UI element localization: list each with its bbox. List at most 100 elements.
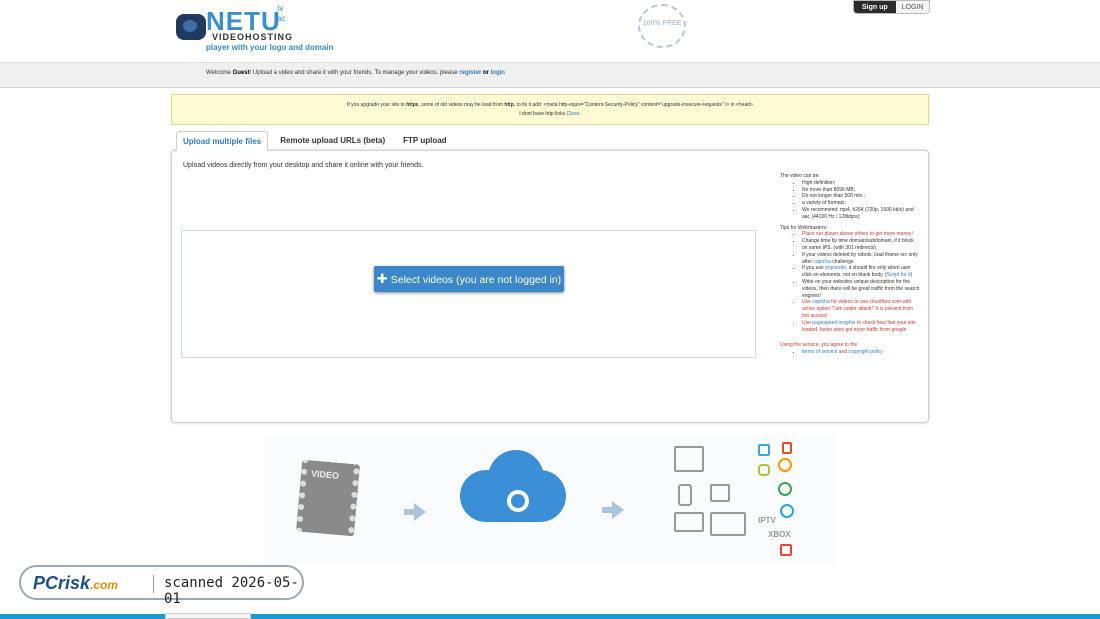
policy-list: terms of service and copyright policy — [780, 349, 920, 356]
windows-icon — [758, 444, 770, 456]
tablet-icon — [710, 484, 730, 502]
ie-icon — [780, 504, 794, 518]
upload-panel: Upload videos directly from your desktop… — [171, 150, 929, 423]
cloud-eye-icon — [507, 490, 529, 512]
login-link[interactable]: login — [491, 70, 505, 76]
agree-text: Using the service, you agree to the — [780, 342, 858, 349]
video-heading: The video can be: — [780, 173, 820, 179]
arrow-bar — [404, 509, 414, 515]
select-videos-button[interactable]: ✚ Select videos (you are not logged in) — [374, 266, 564, 292]
notice-http: http — [504, 102, 514, 108]
film-label: VIDEO — [310, 468, 340, 481]
flash-icon — [780, 544, 792, 556]
list-item: Use captcha for videos or use cloudfare.… — [802, 299, 920, 319]
list-item: High-definition; — [802, 180, 920, 187]
notice-code: , to fix it add: <meta http-equiv="Conte… — [513, 102, 753, 108]
chrome-icon — [778, 482, 792, 496]
tip-text: If you use — [802, 265, 826, 272]
tip-text: ) — [910, 272, 913, 279]
laptop-icon — [674, 512, 704, 532]
tip-text: challenge — [830, 258, 854, 265]
notice-text: I dont have http links — [519, 111, 567, 117]
list-item: Write on your websites unique descriptio… — [802, 279, 920, 299]
list-item: If your videos deleted by robots, load i… — [802, 252, 920, 266]
list-item: Change time by time domain/subdomain, if… — [802, 238, 920, 252]
logo-tld: .tv .ac — [275, 4, 286, 23]
firefox-icon — [778, 458, 792, 472]
free-badge-icon: 100% FREE — [638, 4, 686, 48]
tagline: player with your logo and domain — [206, 43, 334, 52]
upload-infographic: VIDEO IPTV XBOX — [264, 436, 836, 564]
webmaster-tips-list: Place our player above others to get mor… — [780, 231, 920, 333]
popunder-link[interactable]: popunder — [825, 265, 846, 271]
pcrisk-stamp: PCrisk.com scanned 2026-05-01 — [19, 565, 304, 607]
film-icon: VIDEO — [295, 459, 361, 537]
site-logo[interactable]: NETU .tv .ac VIDEOHOSTING — [176, 4, 294, 42]
arrow-right-icon — [414, 503, 426, 521]
upload-dropzone[interactable]: ✚ Select videos (you are not logged in) — [181, 230, 756, 358]
notice-https: https — [406, 102, 419, 108]
pagespeed-link[interactable]: pagespeed insights — [812, 320, 855, 326]
captcha-link-2[interactable]: captcha — [812, 299, 830, 305]
webmaster-heading: Tips for Webmasters: — [780, 224, 828, 231]
tip-text: and — [837, 349, 849, 356]
captcha-link[interactable]: captcha — [813, 259, 831, 265]
list-item: Place our player above others to get mor… — [802, 231, 920, 238]
monitor-icon — [710, 512, 746, 536]
copyright-link[interactable]: copyright policy — [848, 349, 882, 355]
upload-tabs: Upload multiple files Remote upload URLs… — [176, 131, 453, 151]
signup-button[interactable]: Sign up — [854, 1, 896, 13]
list-item: Do not longer than 500 min.; — [802, 193, 920, 200]
tv-logo-icon — [176, 14, 206, 40]
tab-remote-upload[interactable]: Remote upload URLs (beta) — [274, 131, 391, 151]
html5-icon — [782, 442, 792, 454]
welcome-bar: Welcome Guest! Upload a video and share … — [0, 62, 1100, 88]
iptv-label: IPTV — [758, 516, 776, 525]
list-item: a variety of formats; — [802, 200, 920, 207]
pcrisk-logo-domain: .com — [90, 578, 119, 592]
pcrisk-logo: PCrisk.com — [33, 573, 118, 594]
tip-text: Use — [802, 299, 813, 306]
login-button[interactable]: LOGIN — [895, 1, 930, 13]
welcome-message: Welcome Guest! Upload a video and share … — [206, 69, 505, 77]
plus-icon: ✚ — [376, 271, 388, 286]
notice-line-2: I dont have http links Close. — [172, 110, 928, 119]
script-link[interactable]: Script for it — [887, 272, 911, 278]
pcrisk-scan-date: scanned 2026-05-01 — [164, 575, 299, 607]
notice-line-1: If you upgrade your site to https, some … — [172, 101, 928, 110]
notice-text: , some of old videos may be load from — [418, 102, 505, 108]
welcome-user: Guest — [232, 70, 250, 76]
tab-upload-multiple[interactable]: Upload multiple files — [176, 131, 269, 151]
tips-sidebar: The video can be: High-definition; No mo… — [780, 173, 920, 356]
auth-buttons: Sign up LOGIN — [853, 0, 931, 14]
pcrisk-divider — [153, 575, 154, 593]
terms-link[interactable]: terms of service — [802, 349, 837, 355]
xbox-label: XBOX — [768, 530, 791, 539]
list-item: If you use popunder, it should fire only… — [802, 265, 920, 279]
notice-text: . — [579, 111, 581, 117]
welcome-prefix: Welcome — [206, 70, 233, 76]
list-item: terms of service and copyright policy — [802, 349, 920, 356]
logo-text: NETU — [206, 6, 281, 36]
arrow-bar — [602, 507, 612, 513]
welcome-middle: ! Upload a video and share it with your … — [249, 70, 460, 76]
tip-text: Use — [802, 319, 813, 326]
tv-icon — [674, 446, 704, 472]
list-item: Use pagespeed insights to check how fast… — [802, 320, 920, 334]
notice-close-link[interactable]: Close — [567, 111, 580, 117]
arrow-right-icon — [612, 501, 624, 519]
https-notice: If you upgrade your site to https, some … — [171, 94, 929, 125]
welcome-or: or — [481, 70, 491, 76]
list-item: We recommend: mp4, h264 (720p, 1500 kb/s… — [802, 207, 920, 221]
android-icon — [758, 464, 770, 476]
register-link[interactable]: register — [459, 70, 481, 76]
pcrisk-logo-text: PCrisk — [33, 573, 91, 593]
header: NETU .tv .ac VIDEOHOSTING player with yo… — [0, 0, 1100, 62]
notice-text: If you upgrade your site to — [347, 102, 407, 108]
video-requirements-list: High-definition; No more than 8096 MB; D… — [780, 180, 920, 221]
select-videos-label: Select videos (you are not logged in) — [390, 274, 562, 286]
phone-icon — [678, 484, 692, 506]
tab-ftp-upload[interactable]: FTP upload — [397, 131, 452, 151]
footer-tab[interactable] — [165, 613, 251, 619]
logo-subtitle: VIDEOHOSTING — [212, 32, 294, 42]
